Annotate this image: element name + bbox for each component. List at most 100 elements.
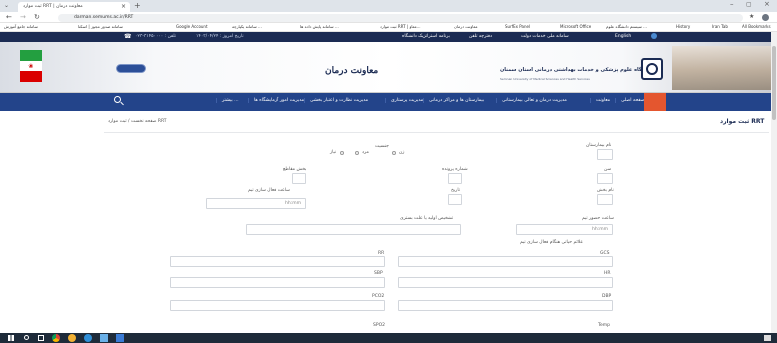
bookmark-item[interactable]: All Bookmarks xyxy=(742,24,771,29)
ministry-logo xyxy=(116,64,146,73)
hospital-label: نام بیمارستان xyxy=(586,143,612,148)
forward-icon[interactable]: → xyxy=(20,13,26,21)
admit-ward-input[interactable] xyxy=(597,194,613,205)
breadcrumb[interactable]: صفحه نخست / ثبت موارد RRT xyxy=(108,119,167,124)
phone-icon: ☎ xyxy=(124,33,132,40)
topbar-link-english[interactable]: English xyxy=(615,34,631,39)
bookmark-item[interactable]: معاونت درمان xyxy=(454,24,478,29)
bookmark-item[interactable]: Microsoft Office xyxy=(560,24,591,29)
temp-label: Temp xyxy=(598,323,610,328)
gcs-input[interactable] xyxy=(398,256,613,267)
search-taskbar-icon[interactable] xyxy=(24,335,29,340)
rr-input[interactable] xyxy=(170,256,385,267)
app-taskbar-icon[interactable] xyxy=(116,334,124,342)
close-window-icon[interactable]: × xyxy=(764,0,770,8)
dbp-input[interactable] xyxy=(398,300,613,311)
bookmark-star-icon[interactable]: ★ xyxy=(749,13,754,20)
chrome-taskbar-icon[interactable] xyxy=(52,334,60,342)
gender-radio-male[interactable] xyxy=(355,151,359,155)
bookmark-item[interactable]: سیستم دانشگاه علوم ... xyxy=(606,24,647,29)
page-title-divider xyxy=(104,132,769,133)
url-field[interactable]: darman.semums.ac.ir/RRT xyxy=(58,14,743,22)
tab-list-icon[interactable]: ⌄ xyxy=(4,2,9,9)
bookmark-item[interactable]: سامانه یکپارچه ... xyxy=(232,24,262,29)
pco2-input[interactable] xyxy=(170,300,385,311)
pco2-label: PCO2 xyxy=(372,294,385,299)
start-button-icon[interactable] xyxy=(8,335,14,341)
notification-icon[interactable] xyxy=(764,335,771,341)
reload-icon[interactable]: ↻ xyxy=(34,13,40,21)
sbp-input[interactable] xyxy=(170,277,385,288)
nav-item-supervision[interactable]: مدیریت نظارت و اعتبار بخشی xyxy=(304,98,368,103)
nav-item-treatment[interactable]: مدیریت درمان و تعالی بیمارستانی xyxy=(496,98,567,103)
vital-signs-title: علائم حیاتی هنگام فعال سازی تیم xyxy=(520,240,584,245)
bookmark-item[interactable]: Google Account xyxy=(176,24,208,29)
site-top-bar: ☎ ۰۲۳-۳۱۴۵۰۰۰۰ : تلفن تاریخ امروز : ۱۴۰۳… xyxy=(0,32,777,42)
diagnosis-label: تشخیص اولیه یا علت بستری xyxy=(400,216,454,221)
nav-item-home[interactable]: صفحه اصلی xyxy=(615,98,645,103)
dbp-label: DBP xyxy=(602,294,612,299)
bookmarks-bar: سامانه جامع آموزش سامانه صدور مجوز | اسک… xyxy=(0,23,777,32)
bookmark-item[interactable]: سامانه صدور مجوز | اسکتا xyxy=(78,24,123,29)
team-arrival-placeholder: hh:mm xyxy=(592,227,608,232)
windows-taskbar xyxy=(0,333,777,343)
nav-active-indicator xyxy=(644,93,666,111)
phone-number: ۰۲۳-۳۱۴۵۰۰۰۰ : تلفن xyxy=(135,34,177,39)
nav-item-labs[interactable]: مدیریت امور آزمایشگاه ها xyxy=(248,98,304,103)
back-icon[interactable]: ← xyxy=(6,13,12,21)
nav-item-deputy[interactable]: معاونت xyxy=(590,98,610,103)
bookmark-item[interactable]: سامانه جامع آموزش xyxy=(4,24,38,29)
browser-tab[interactable]: ثبت موارد RRT | معاونت درمان × xyxy=(18,2,130,12)
gender-option-female: زن xyxy=(399,150,405,155)
bookmark-item[interactable]: سامانه پایش داده ها ... xyxy=(300,24,339,29)
new-tab-button[interactable]: + xyxy=(134,1,141,10)
hospital-select[interactable] xyxy=(597,149,613,160)
main-navigation: بیشتر ... مدیریت امور آزمایشگاه ها مدیری… xyxy=(0,93,777,111)
app-taskbar-icon[interactable] xyxy=(68,334,76,342)
page-title: ثبت موارد RRT xyxy=(720,118,765,125)
iran-flag-image: ❀ xyxy=(20,50,42,82)
bookmark-item[interactable]: SurfEx Panel xyxy=(505,24,530,29)
address-bar: ← → ↻ darman.semums.ac.ir/RRT ★ xyxy=(0,12,777,23)
url-text: darman.semums.ac.ir/RRT xyxy=(74,15,134,20)
topbar-link-phonebook[interactable]: دفترچه تلفن xyxy=(469,34,492,39)
browser-tab-strip: ⌄ ثبت موارد RRT | معاونت درمان × + – ▢ × xyxy=(0,0,777,12)
university-name: دانشگاه علوم پزشکی و خدمات بهداشتی درمان… xyxy=(500,67,654,73)
minimize-window-icon[interactable]: – xyxy=(730,0,734,8)
ward-input[interactable] xyxy=(292,173,306,184)
task-view-icon[interactable] xyxy=(38,335,44,341)
sbp-label: SBP xyxy=(374,271,383,276)
bookmark-item[interactable]: Iran Tab xyxy=(712,24,728,29)
diagnosis-input[interactable] xyxy=(246,224,461,235)
topbar-link-strategy[interactable]: برنامه استراتژیک دانشگاه xyxy=(402,34,450,39)
nav-item-nursing[interactable]: مدیریت پرستاری xyxy=(385,98,423,103)
bookmark-item[interactable]: History xyxy=(676,24,690,29)
app-taskbar-icon[interactable] xyxy=(84,334,92,342)
close-tab-icon[interactable]: × xyxy=(121,3,126,10)
gender-option-other: نیاز xyxy=(330,150,337,155)
scrollbar-thumb[interactable] xyxy=(772,46,776,120)
date-input[interactable] xyxy=(448,194,462,205)
age-label: سن xyxy=(604,167,612,172)
age-input[interactable] xyxy=(597,173,613,184)
team-arrival-input[interactable]: hh:mm xyxy=(516,224,613,235)
gender-option-male: مرد xyxy=(362,150,369,155)
file-number-input[interactable] xyxy=(448,173,462,184)
bookmark-item[interactable]: ثبت موارد RRT | معاو... xyxy=(380,24,421,29)
file-number-label: شماره پرونده xyxy=(442,167,468,172)
today-date: تاریخ امروز : ۱۴۰۳/۰۴/۲۴ xyxy=(196,34,244,39)
nav-item-hospitals[interactable]: بیمارستان ها و مراکز درمانی xyxy=(423,98,484,103)
maximize-window-icon[interactable]: ▢ xyxy=(746,1,752,8)
hr-input[interactable] xyxy=(398,277,613,288)
gender-radio-female[interactable] xyxy=(392,151,396,155)
profile-icon[interactable] xyxy=(762,14,769,21)
topbar-link-government[interactable]: سامانه ملی خدمات دولت xyxy=(521,34,569,39)
app-taskbar-icon[interactable] xyxy=(100,334,108,342)
admit-ward-label: نام بخش xyxy=(597,188,614,193)
site-banner: ❀ معاونت درمان دانشگاه علوم پزشکی و خدما… xyxy=(0,42,777,93)
activation-time-input[interactable]: hh:mm xyxy=(206,198,306,209)
nav-item-more[interactable]: بیشتر ... xyxy=(216,98,239,103)
gender-radio-other[interactable] xyxy=(340,151,344,155)
search-button[interactable] xyxy=(112,95,126,109)
site-title: معاونت درمان xyxy=(325,66,379,76)
